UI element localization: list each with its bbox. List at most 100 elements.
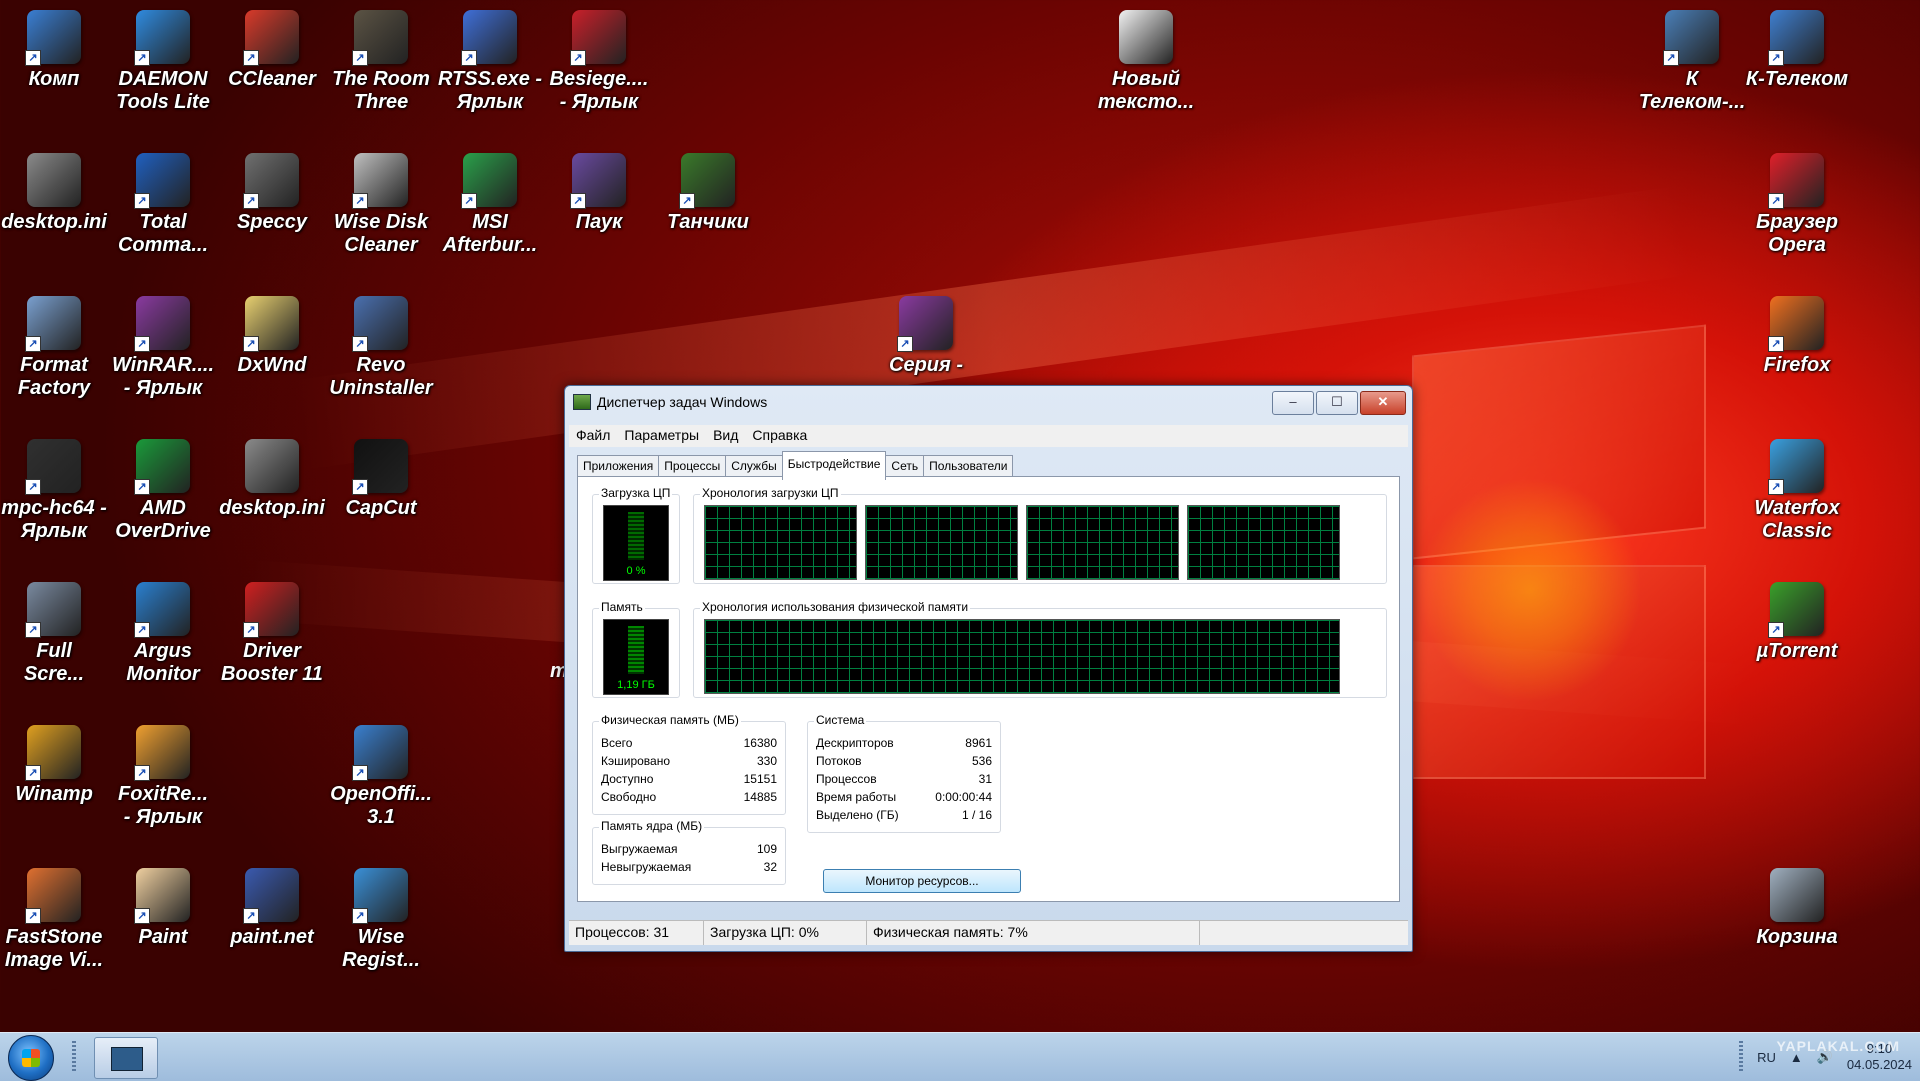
app-icon: ↗ xyxy=(25,296,81,352)
tab-network[interactable]: Сеть xyxy=(885,455,925,478)
desktop-icon[interactable]: ↗ Winamp xyxy=(0,719,108,806)
desktop-icon[interactable]: ↗ Комп xyxy=(0,4,108,91)
shortcut-arrow-icon: ↗ xyxy=(25,622,41,638)
app-icon: ↗ xyxy=(243,153,299,209)
desktop-icon[interactable]: ↗ Waterfox Classic xyxy=(1743,433,1851,543)
desktop-icon-label: FoxitRe... - Ярлык xyxy=(117,783,208,828)
tab-processes[interactable]: Процессы xyxy=(658,455,727,478)
desktop-icon-label: CCleaner xyxy=(228,68,316,90)
stat-row: Дескрипторов 8961 xyxy=(816,736,992,750)
desktop-icon[interactable]: ↗ WinRAR.... - Ярлык xyxy=(109,290,217,400)
desktop-icon[interactable]: ↗ Format Factory xyxy=(0,290,108,400)
stat-row: Всего 16380 xyxy=(601,736,777,750)
desktop-icon-label: DxWnd xyxy=(237,354,307,376)
desktop-icon[interactable]: ↗ Besiege.... - Ярлык xyxy=(545,4,653,114)
resource-monitor-button[interactable]: Монитор ресурсов... xyxy=(823,869,1021,893)
desktop-icon[interactable]: ↗ AMD OverDrive xyxy=(109,433,217,543)
desktop-icon-label: Speccy xyxy=(236,211,308,233)
window-title-bar[interactable]: Диспетчер задач Windows xyxy=(573,394,767,410)
desktop-icon[interactable]: ↗ CapCut xyxy=(327,433,435,520)
desktop-icon[interactable]: ↗ OpenOffi... 3.1 xyxy=(327,719,435,829)
desktop-icon[interactable]: ↗ paint.net xyxy=(218,862,326,949)
desktop-icon[interactable]: ↗ Total Comma... xyxy=(109,147,217,257)
desktop-icon[interactable]: ↗ DxWnd xyxy=(218,290,326,377)
desktop-icon-label: Driver Booster 11 xyxy=(221,640,323,685)
cpu-usage-value: 0 % xyxy=(626,565,646,577)
menu-options[interactable]: Параметры xyxy=(617,425,706,447)
desktop-icon-label: DAEMON Tools Lite xyxy=(116,68,210,113)
task-manager-window[interactable]: Диспетчер задач Windows – ☐ ✕ Файл Парам… xyxy=(564,385,1413,952)
tab-performance[interactable]: Быстродействие xyxy=(781,451,887,480)
shortcut-arrow-icon: ↗ xyxy=(243,193,259,209)
shortcut-arrow-icon: ↗ xyxy=(134,193,150,209)
maximize-button[interactable]: ☐ xyxy=(1316,391,1358,415)
desktop-icon[interactable]: ↗ The Room Three xyxy=(327,4,435,114)
desktop-icon[interactable]: ↗ Wise Disk Cleaner xyxy=(327,147,435,257)
desktop-icon[interactable]: ↗ Revo Uninstaller xyxy=(327,290,435,400)
shortcut-arrow-icon: ↗ xyxy=(352,336,368,352)
start-button[interactable] xyxy=(8,1035,54,1081)
taskbar-button-task-manager[interactable] xyxy=(94,1037,158,1079)
desktop-icon-label: Total Comma... xyxy=(117,211,209,256)
desktop-icon[interactable]: ↗ Paint xyxy=(109,862,217,949)
shortcut-arrow-icon: ↗ xyxy=(1663,50,1679,66)
tab-services[interactable]: Службы xyxy=(725,455,783,478)
app-icon: ↗ xyxy=(679,153,735,209)
desktop-icon-label: Wise Disk Cleaner xyxy=(333,211,429,256)
desktop-icon-label: WinRAR.... - Ярлык xyxy=(111,354,215,399)
desktop-icon-label: paint.net xyxy=(230,926,314,948)
desktop-icon[interactable]: ↗ Argus Monitor xyxy=(109,576,217,686)
menu-help[interactable]: Справка xyxy=(745,425,814,447)
close-button[interactable]: ✕ xyxy=(1360,391,1406,415)
tray-grip[interactable] xyxy=(1739,1041,1744,1073)
shortcut-arrow-icon: ↗ xyxy=(25,765,41,781)
desktop-icon[interactable]: ↗ Серия - xyxy=(872,290,980,377)
language-indicator[interactable]: RU xyxy=(1757,1050,1776,1065)
desktop-icon[interactable]: desktop.ini xyxy=(218,433,326,520)
minimize-button[interactable]: – xyxy=(1272,391,1314,415)
desktop-icon-label: Revo Uninstaller xyxy=(329,354,433,399)
shortcut-arrow-icon: ↗ xyxy=(897,336,913,352)
menu-view[interactable]: Вид xyxy=(706,425,745,447)
desktop-icon-label: desktop.ini xyxy=(1,211,107,233)
desktop-icon[interactable]: ↗ Full Scre... xyxy=(0,576,108,686)
desktop-icon-label: Новый тексто... xyxy=(1097,68,1195,113)
app-icon: ↗ xyxy=(1663,10,1719,66)
desktop-icon[interactable]: ↗ FoxitRe... - Ярлык xyxy=(109,719,217,829)
app-icon: ↗ xyxy=(461,10,517,66)
desktop-icon-label: Full Scre... xyxy=(23,640,85,685)
tab-users[interactable]: Пользователи xyxy=(923,455,1014,478)
desktop-icon[interactable]: ↗ CCleaner xyxy=(218,4,326,91)
desktop-icon[interactable]: ↗ RTSS.exe - Ярлык xyxy=(436,4,544,114)
desktop-icon[interactable]: ↗ Speccy xyxy=(218,147,326,234)
cpu-history-group: Хронология загрузки ЦП xyxy=(693,486,1387,584)
tab-applications[interactable]: Приложения xyxy=(577,455,660,478)
desktop-icon-label: Winamp xyxy=(15,783,93,805)
desktop-icon[interactable]: ↗ К-Телеком xyxy=(1743,4,1851,91)
desktop-icon[interactable]: Новый тексто... xyxy=(1092,4,1200,114)
desktop-icon[interactable]: ↗ MSI Afterbur... xyxy=(436,147,544,257)
stat-row: Кэшировано 330 xyxy=(601,754,777,768)
taskbar-grip[interactable] xyxy=(72,1041,76,1073)
desktop-icon[interactable]: ↗ FastStone Image Vi... xyxy=(0,862,108,972)
desktop-icon[interactable]: ↗ Танчики xyxy=(654,147,762,234)
stat-row: Процессов 31 xyxy=(816,772,992,786)
desktop-icon[interactable]: ↗ К Телеком-... xyxy=(1638,4,1746,114)
memory-history-title: Хронология использования физической памя… xyxy=(700,600,971,614)
menu-bar: Файл Параметры Вид Справка xyxy=(569,425,1408,447)
desktop-icon[interactable]: ↗ DAEMON Tools Lite xyxy=(109,4,217,114)
desktop-icon[interactable]: Корзина xyxy=(1743,862,1851,949)
desktop-icon[interactable]: ↗ mpc-hc64 - Ярлык xyxy=(0,433,108,543)
hammer-sickle-emblem xyxy=(1420,440,1640,740)
menu-file[interactable]: Файл xyxy=(569,425,617,447)
desktop-icon[interactable]: ↗ Браузер Opera xyxy=(1743,147,1851,257)
desktop-icon[interactable]: ↗ Паук xyxy=(545,147,653,234)
shortcut-arrow-icon: ↗ xyxy=(134,622,150,638)
cpu-history-graph-core2 xyxy=(865,505,1018,580)
desktop-icon[interactable]: ↗ µTorrent xyxy=(1743,576,1851,663)
desktop-icon[interactable]: ↗ Wise Regist... xyxy=(327,862,435,972)
desktop-icon[interactable]: desktop.ini xyxy=(0,147,108,234)
shortcut-arrow-icon: ↗ xyxy=(679,193,695,209)
desktop-icon[interactable]: ↗ Firefox xyxy=(1743,290,1851,377)
desktop-icon[interactable]: ↗ Driver Booster 11 xyxy=(218,576,326,686)
